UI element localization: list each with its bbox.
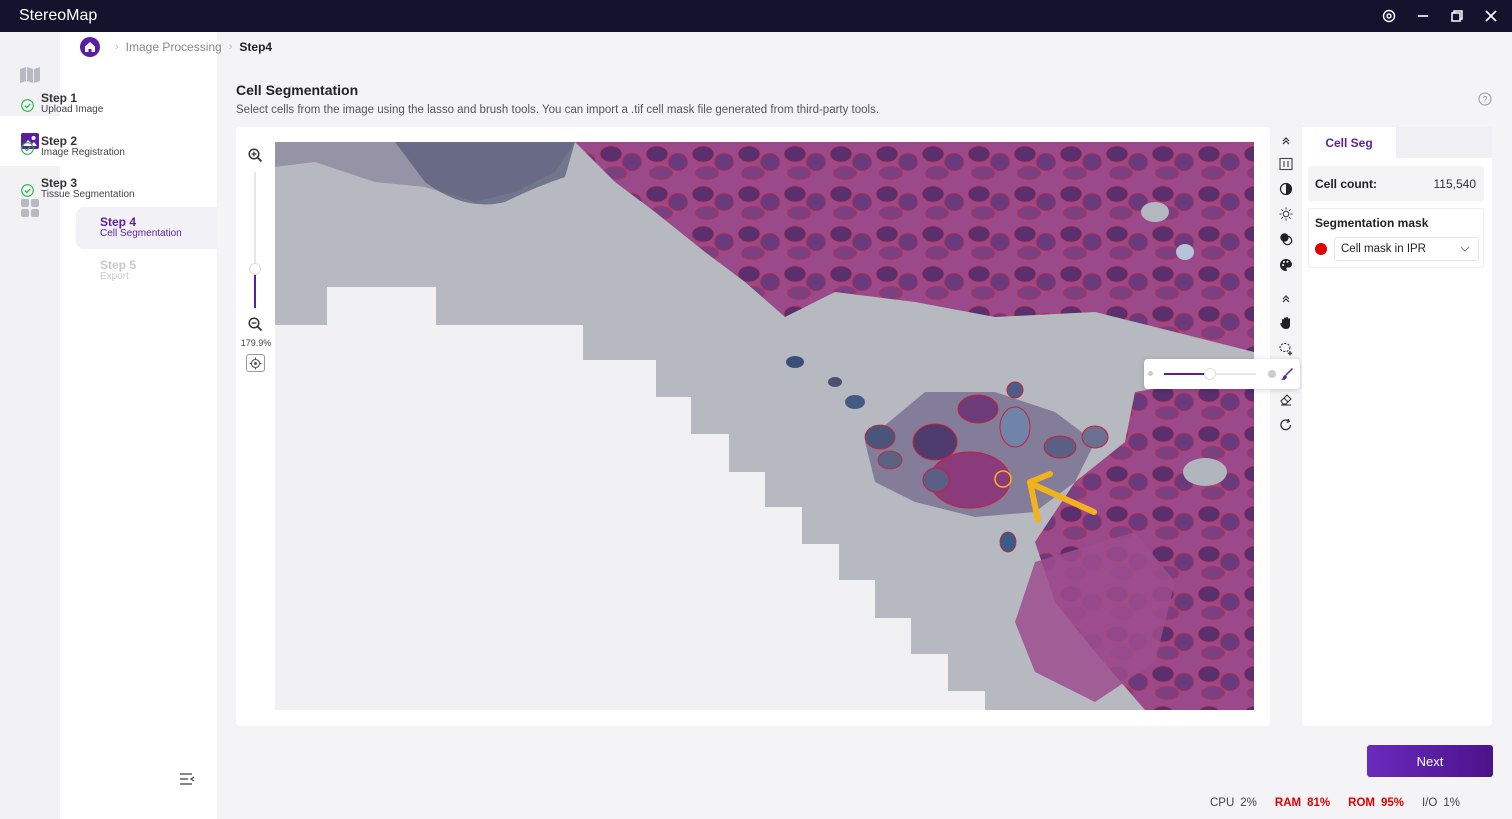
locate-icon xyxy=(249,357,262,369)
fit-view-button[interactable] xyxy=(246,354,265,372)
step-item-4[interactable]: Step 4 Cell Segmentation xyxy=(76,207,217,249)
home-icon[interactable] xyxy=(80,37,100,57)
check-circle-icon xyxy=(21,142,34,155)
step-subtitle: Tissue Segmentation xyxy=(41,189,135,200)
tissue-image-viewport[interactable] xyxy=(275,142,1254,710)
step-item-1[interactable]: Step 1 Upload Image xyxy=(16,86,156,128)
breadcrumb-item[interactable]: Image Processing xyxy=(126,40,222,54)
status-cpu: CPU 2% xyxy=(1210,797,1257,809)
zoom-in-icon[interactable] xyxy=(248,148,263,168)
tab-cell-seg[interactable]: Cell Seg xyxy=(1302,127,1396,158)
step-title: Step 2 xyxy=(41,134,78,148)
cell-count-value: 115,540 xyxy=(1433,176,1477,191)
collapse-up-icon[interactable] xyxy=(1277,132,1295,150)
cell-count-row: Cell count: 115,540 xyxy=(1308,166,1484,201)
brush-icon[interactable] xyxy=(1278,365,1296,383)
close-icon[interactable] xyxy=(1484,9,1498,23)
zoom-slider-handle[interactable] xyxy=(249,263,261,275)
mask-select-value: Cell mask in IPR xyxy=(1341,243,1426,255)
hand-pan-icon[interactable] xyxy=(1277,314,1295,332)
zoom-out-icon[interactable] xyxy=(248,317,263,337)
restore-icon[interactable] xyxy=(1450,9,1464,23)
collapse-sidebar-icon[interactable] xyxy=(178,771,196,792)
brush-size-min-icon xyxy=(1148,371,1153,376)
step-title: Step 5 xyxy=(100,258,137,272)
minimize-icon[interactable] xyxy=(1416,9,1430,23)
title-bar: StereoMap xyxy=(0,0,1512,32)
brightness-icon[interactable] xyxy=(1277,205,1295,223)
breadcrumb-separator: › xyxy=(115,41,119,53)
brush-size-max-icon xyxy=(1268,370,1276,378)
status-io: I/O 1% xyxy=(1422,797,1460,809)
status-bar: CPU 2% RAM 81% ROM 95% I/O 1% xyxy=(1210,795,1460,811)
zoom-level-label: 179.9% xyxy=(240,338,272,348)
layers-icon[interactable] xyxy=(1277,230,1295,248)
step-item-2[interactable]: Step 2 Image Registration xyxy=(16,129,156,171)
check-circle-icon xyxy=(21,99,34,112)
svg-text:?: ? xyxy=(1482,94,1487,104)
status-rom: ROM 95% xyxy=(1348,797,1405,809)
breadcrumb: › Image Processing › Step4 xyxy=(80,35,272,59)
step-subtitle: Export xyxy=(100,271,129,282)
segmentation-mask-title: Segmentation mask xyxy=(1315,216,1429,230)
redo-icon[interactable] xyxy=(1277,416,1295,434)
mask-select-dropdown[interactable]: Cell mask in IPR xyxy=(1334,237,1479,261)
app-title: StereoMap xyxy=(19,7,98,24)
chevron-down-icon xyxy=(1460,246,1470,252)
settings-icon[interactable] xyxy=(1382,9,1396,23)
check-circle-icon xyxy=(21,184,34,197)
step-item-5: Step 5 Export xyxy=(100,251,240,293)
tissue-image[interactable] xyxy=(275,142,1254,710)
eraser-icon[interactable] xyxy=(1277,390,1295,408)
lasso-add-icon[interactable] xyxy=(1277,340,1295,358)
brush-size-popup xyxy=(1144,359,1300,389)
collapse-up-icon[interactable] xyxy=(1277,290,1295,308)
next-button[interactable]: Next xyxy=(1367,745,1493,777)
breadcrumb-separator: › xyxy=(228,41,233,53)
cell-count-label: Cell count: xyxy=(1315,176,1377,191)
page-description: Select cells from the image using the la… xyxy=(236,104,880,116)
brush-size-slider-handle[interactable] xyxy=(1204,368,1216,380)
contrast-icon[interactable] xyxy=(1277,180,1295,198)
mask-color-swatch[interactable] xyxy=(1315,243,1327,255)
step-subtitle: Upload Image xyxy=(41,104,104,115)
step-subtitle: Image Registration xyxy=(41,147,125,158)
step-title: Step 3 xyxy=(41,176,78,190)
step-title: Step 4 xyxy=(100,215,137,229)
step-title: Step 1 xyxy=(41,91,78,105)
palette-icon[interactable] xyxy=(1277,256,1295,274)
breadcrumb-current: Step4 xyxy=(239,40,273,54)
window-controls xyxy=(1382,0,1498,32)
fit-width-icon[interactable] xyxy=(1277,155,1295,173)
step-subtitle: Cell Segmentation xyxy=(100,228,182,239)
help-icon[interactable]: ? xyxy=(1478,92,1492,111)
page-title: Cell Segmentation xyxy=(236,82,359,98)
status-ram: RAM 81% xyxy=(1274,797,1331,809)
